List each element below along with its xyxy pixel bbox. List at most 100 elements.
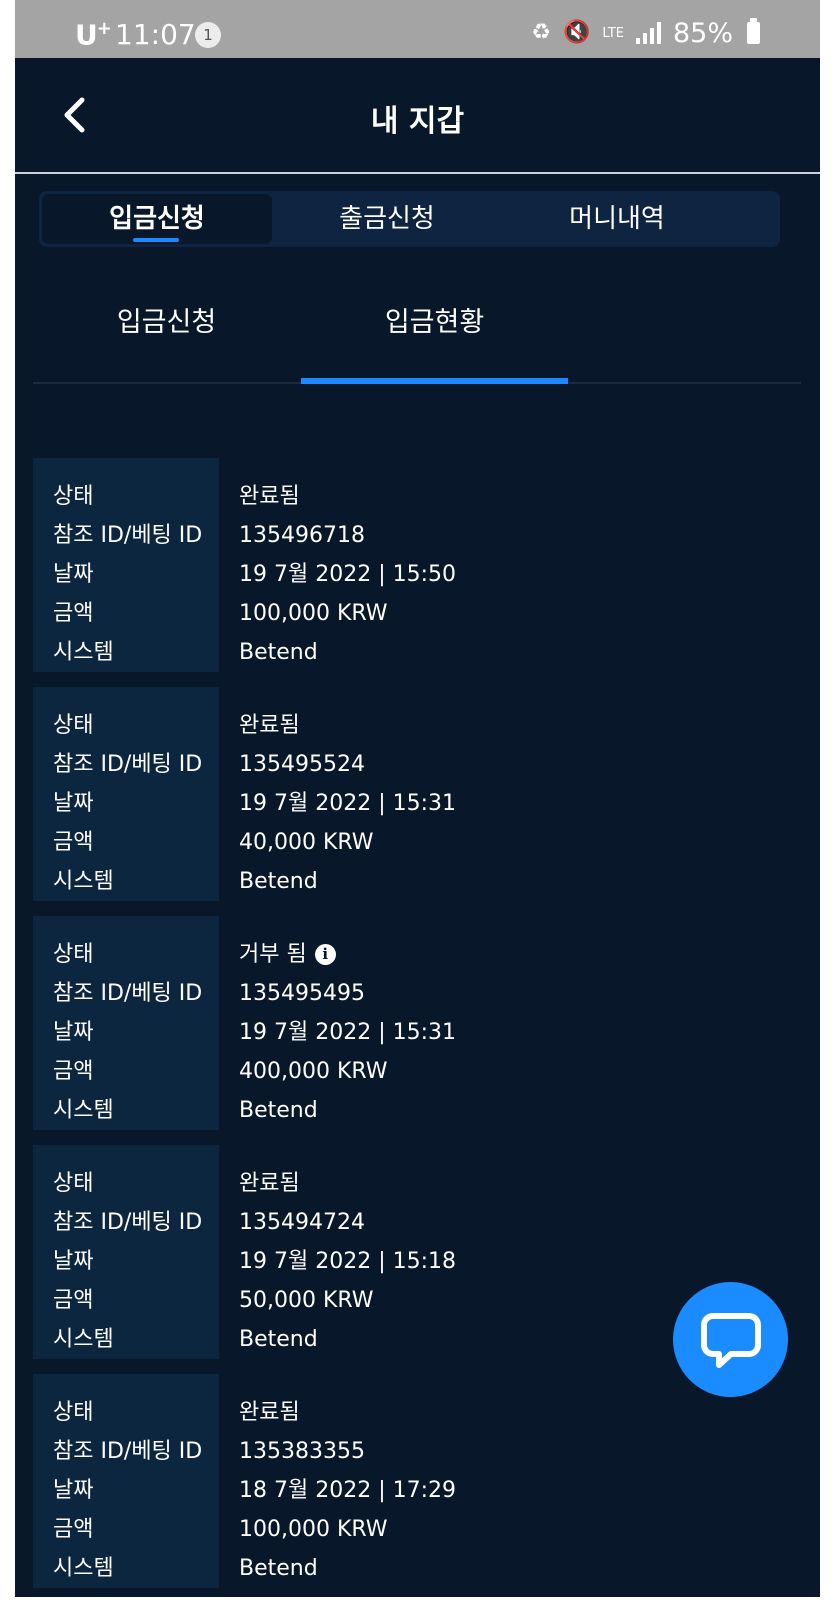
reference-value: 135496718 [239, 523, 365, 548]
status-label: 상태 [53, 1171, 94, 1196]
status-value-wrap: 거부 됨 i [239, 935, 336, 974]
system-value: Betend [239, 1327, 318, 1352]
record-row-status: 상태 완료됨 [33, 477, 801, 516]
record-row-status: 상태 완료됨 [33, 1393, 801, 1432]
record-row-amount: 금액 100,000 KRW [33, 1510, 801, 1549]
record-row-system: 시스템 Betend [33, 1091, 801, 1130]
date-label: 날짜 [53, 562, 94, 587]
active-tab-indicator [133, 238, 179, 242]
app-header: 내 지갑 [15, 58, 820, 174]
record-row-date: 날짜 19 7월 2022 | 15:31 [33, 784, 801, 823]
record-row-status: 상태 완료됨 [33, 706, 801, 745]
app-screen: U+ 11:07 1 ♻ 🔇 LTE 85% 내 지갑 입금신청 출금신청 머니… [15, 0, 820, 1597]
reference-value: 135495495 [239, 981, 365, 1006]
tab-money-history[interactable]: 머니내역 [502, 194, 732, 244]
system-label: 시스템 [53, 1556, 114, 1581]
amount-label: 금액 [53, 1517, 94, 1542]
date-value: 19 7월 2022 | 15:18 [239, 1249, 457, 1274]
record-row-status: 상태 완료됨 [33, 1164, 801, 1203]
date-value: 18 7월 2022 | 17:29 [239, 1478, 457, 1503]
date-label: 날짜 [53, 1020, 94, 1045]
active-subtab-indicator [301, 378, 568, 384]
status-value: 완료됨 [239, 713, 300, 738]
status-time: 11:07 [115, 18, 196, 51]
chat-button[interactable] [673, 1282, 788, 1397]
status-label: 상태 [53, 484, 94, 509]
record-row-date: 날짜 18 7월 2022 | 17:29 [33, 1471, 801, 1510]
system-label: 시스템 [53, 1098, 114, 1123]
chat-bubble-icon [701, 1313, 761, 1368]
tab-deposit-request[interactable]: 입금신청 [42, 194, 272, 244]
date-value: 19 7월 2022 | 15:31 [239, 1020, 457, 1045]
amount-label: 금액 [53, 1059, 94, 1084]
date-label: 날짜 [53, 1478, 94, 1503]
reference-value: 135383355 [239, 1439, 365, 1464]
record-row-system: 시스템 Betend [33, 862, 801, 901]
info-icon[interactable]: i [314, 944, 336, 965]
carrier-label: U+ [75, 18, 112, 51]
signal-icon [635, 22, 661, 44]
reference-label: 참조 ID/베팅 ID [53, 752, 203, 777]
date-value: 19 7월 2022 | 15:31 [239, 791, 457, 816]
system-value: Betend [239, 640, 318, 665]
record-row-reference: 참조 ID/베팅 ID 135383355 [33, 1432, 801, 1471]
amount-value: 40,000 KRW [239, 830, 374, 855]
tab-withdraw-request-label: 출금신청 [339, 204, 435, 234]
subtab-deposit-request[interactable]: 입금신청 [33, 300, 300, 339]
battery-icon [747, 18, 760, 44]
amount-value: 100,000 KRW [239, 601, 388, 626]
deposit-record: 상태 거부 됨 i 참조 ID/베팅 ID 135495495 날짜 19 7월 … [33, 916, 801, 1130]
status-label: 상태 [53, 713, 94, 738]
system-value: Betend [239, 869, 318, 894]
record-row-date: 날짜 19 7월 2022 | 15:18 [33, 1242, 801, 1281]
system-label: 시스템 [53, 869, 114, 894]
record-row-status: 상태 거부 됨 i [33, 935, 801, 974]
record-row-reference: 참조 ID/베팅 ID 135496718 [33, 516, 801, 555]
notification-badge: 1 [195, 22, 221, 48]
record-row-amount: 금액 400,000 KRW [33, 1052, 801, 1091]
system-value: Betend [239, 1556, 318, 1581]
status-value: 거부 됨 [239, 942, 307, 967]
tab-money-history-label: 머니내역 [569, 204, 665, 234]
system-label: 시스템 [53, 640, 114, 665]
record-row-reference: 참조 ID/베팅 ID 135495524 [33, 745, 801, 784]
amount-value: 400,000 KRW [239, 1059, 388, 1084]
deposit-record: 상태 완료됨 참조 ID/베팅 ID 135496718 날짜 19 7월 20… [33, 458, 801, 672]
status-value: 완료됨 [239, 1400, 300, 1425]
reference-label: 참조 ID/베팅 ID [53, 523, 203, 548]
amount-value: 50,000 KRW [239, 1288, 374, 1313]
record-row-reference: 참조 ID/베팅 ID 135494724 [33, 1203, 801, 1242]
record-row-reference: 참조 ID/베팅 ID 135495495 [33, 974, 801, 1013]
amount-label: 금액 [53, 601, 94, 626]
battery-percent: 85% [672, 17, 733, 49]
status-label: 상태 [53, 942, 94, 967]
reference-label: 참조 ID/베팅 ID [53, 1439, 203, 1464]
date-label: 날짜 [53, 791, 94, 816]
tab-withdraw-request[interactable]: 출금신청 [272, 194, 502, 244]
deposit-record: 상태 완료됨 참조 ID/베팅 ID 135383355 날짜 18 7월 20… [33, 1374, 801, 1588]
date-value: 19 7월 2022 | 15:50 [239, 562, 457, 587]
record-row-date: 날짜 19 7월 2022 | 15:31 [33, 1013, 801, 1052]
page-title: 내 지갑 [370, 104, 465, 139]
record-row-amount: 금액 100,000 KRW [33, 594, 801, 633]
wallet-tabs: 입금신청 출금신청 머니내역 [39, 191, 780, 247]
battery-saver-icon: ♻ [531, 20, 551, 45]
status-bar: U+ 11:07 1 ♻ 🔇 LTE 85% [15, 0, 820, 58]
tab-deposit-request-label: 입금신청 [109, 204, 205, 234]
status-value: 완료됨 [239, 484, 300, 509]
status-label: 상태 [53, 1400, 94, 1425]
mute-icon: 🔇 [562, 20, 591, 45]
amount-label: 금액 [53, 830, 94, 855]
record-row-date: 날짜 19 7월 2022 | 15:50 [33, 555, 801, 594]
amount-label: 금액 [53, 1288, 94, 1313]
deposit-record: 상태 완료됨 참조 ID/베팅 ID 135495524 날짜 19 7월 20… [33, 687, 801, 901]
reference-label: 참조 ID/베팅 ID [53, 1210, 203, 1235]
date-label: 날짜 [53, 1249, 94, 1274]
status-icons: ♻ 🔇 LTE 85% [531, 17, 760, 49]
system-value: Betend [239, 1098, 318, 1123]
status-value: 완료됨 [239, 1171, 300, 1196]
record-row-amount: 금액 40,000 KRW [33, 823, 801, 862]
amount-value: 100,000 KRW [239, 1517, 388, 1542]
subtab-deposit-status[interactable]: 입금현황 [301, 300, 568, 339]
deposit-subtabs: 입금신청 입금현황 [33, 270, 801, 384]
